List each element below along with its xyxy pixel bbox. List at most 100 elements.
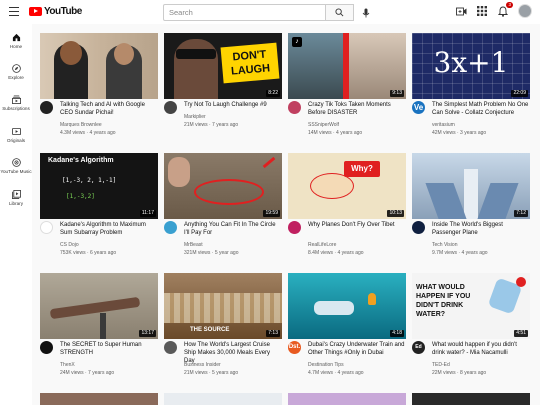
video-meta: 321M views · 5 year ago (184, 250, 239, 256)
microphone-icon (362, 8, 370, 18)
video-card[interactable]: WHAT WOULD HAPPEN IF YOU DIDN'T DRINK WA… (412, 273, 530, 383)
search-button[interactable] (326, 4, 354, 21)
video-title[interactable]: What would happen if you didn't drink wa… (432, 341, 530, 357)
video-card[interactable]: Kadane's Algorithm [1,-3, 2, 1,-1] [1,-3… (40, 153, 158, 263)
video-thumbnail[interactable]: 7:12 (412, 153, 530, 219)
menu-icon[interactable] (9, 7, 19, 16)
video-thumbnail[interactable]: DON'T LAUGH 8:22 (164, 33, 282, 99)
video-card[interactable]: 4:18 Dst. Dubai's Crazy Underwater Train… (288, 273, 406, 383)
video-card[interactable]: 13:17 The SECRET to Super Human STRENGTH… (40, 273, 158, 383)
video-title[interactable]: Anything You Can Fit In The Circle I'll … (184, 221, 282, 237)
channel-avatar[interactable] (288, 101, 301, 114)
video-duration: 7:12 (514, 210, 528, 217)
video-card[interactable]: Talking Tech and AI with Google CEO Sund… (40, 33, 158, 143)
video-thumbnail[interactable]: Why? 10:13 (288, 153, 406, 219)
library-icon (11, 190, 21, 199)
channel-avatar[interactable] (412, 221, 425, 234)
channel-avatar[interactable] (288, 221, 301, 234)
video-duration: 13:17 (139, 330, 156, 337)
video-title[interactable]: The Simplest Math Problem No One Can Sol… (432, 101, 530, 117)
video-title[interactable]: Talking Tech and AI with Google CEO Sund… (60, 101, 158, 117)
video-title[interactable]: Inside The World's Biggest Passenger Pla… (432, 221, 530, 237)
channel-name[interactable]: TED-Ed (432, 362, 450, 368)
video-card[interactable]: DON'T LAUGH 8:22 Try Not To Laugh Challe… (164, 33, 282, 143)
thumbnail-caption: DON'T LAUGH (220, 42, 280, 84)
video-thumbnail[interactable] (412, 393, 530, 405)
video-meta: 4.7M views · 4 years ago (308, 370, 364, 376)
video-thumbnail[interactable]: 13:17 (40, 273, 158, 339)
channel-avatar[interactable] (164, 101, 177, 114)
thumbnail-array-graphic: [1,-3,2] (66, 193, 95, 200)
channel-avatar[interactable] (164, 341, 177, 354)
video-title[interactable]: Try Not To Laugh Challenge #9 (184, 101, 282, 109)
video-title[interactable]: Dubai's Crazy Underwater Train and Other… (308, 341, 406, 357)
music-icon (11, 158, 21, 167)
channel-avatar[interactable] (40, 221, 53, 234)
channel-avatar[interactable]: Ve (412, 101, 425, 114)
channel-avatar[interactable] (40, 101, 53, 114)
video-thumbnail[interactable]: 19:59 (164, 153, 282, 219)
video-thumbnail[interactable] (288, 393, 406, 405)
channel-name[interactable]: MrBeast (184, 242, 203, 248)
video-card[interactable] (40, 393, 158, 405)
video-title[interactable]: Crazy Tik Toks Taken Moments Before DISA… (308, 101, 406, 117)
tiktok-logo-icon: ♪ (292, 37, 302, 47)
video-title[interactable]: Kadane's Algorithm to Maximum Sum Subarr… (60, 221, 158, 237)
video-title[interactable]: Why Planes Don't Fly Over Tibet (308, 221, 406, 229)
channel-name[interactable]: SSSniperWolf (308, 122, 339, 128)
video-duration: 4:51 (514, 330, 528, 337)
video-thumbnail[interactable]: 3x+1 22:09 (412, 33, 530, 99)
video-card[interactable]: 19:59 Anything You Can Fit In The Circle… (164, 153, 282, 263)
search-icon (335, 8, 344, 17)
video-thumbnail[interactable]: THE SOURCE 7:13 (164, 273, 282, 339)
video-thumbnail[interactable] (164, 393, 282, 405)
youtube-logo[interactable]: YouTube (29, 6, 82, 17)
channel-name[interactable]: Marques Brownlee (60, 122, 102, 128)
apps-button[interactable] (476, 5, 488, 17)
logo-play-icon (29, 7, 42, 16)
video-thumbnail[interactable]: Kadane's Algorithm [1,-3, 2, 1,-1] [1,-3… (40, 153, 158, 219)
video-card[interactable]: 3x+1 22:09 Ve The Simplest Math Problem … (412, 33, 530, 143)
video-card[interactable]: Why? 10:13 Why Planes Don't Fly Over Tib… (288, 153, 406, 263)
video-title[interactable]: The SECRET to Super Human STRENGTH (60, 341, 158, 357)
video-card[interactable] (288, 393, 406, 405)
notifications-button[interactable]: 3 (497, 2, 513, 17)
sidebar-label-subscriptions: Subscriptions (2, 106, 30, 111)
create-video-button[interactable] (455, 5, 467, 17)
channel-name[interactable]: Markiplier (184, 114, 206, 120)
logo-text: YouTube (44, 6, 82, 17)
video-card[interactable]: THE SOURCE 7:13 How The World's Largest … (164, 273, 282, 383)
channel-avatar[interactable]: Ed (412, 341, 425, 354)
video-thumbnail[interactable]: 4:18 (288, 273, 406, 339)
channel-name[interactable]: veritasium (432, 122, 455, 128)
channel-name[interactable]: ThenX (60, 362, 75, 368)
sidebar-item-originals[interactable]: Originals (0, 127, 32, 143)
sidebar-item-subscriptions[interactable]: Subscriptions (0, 95, 32, 111)
video-card[interactable]: ♪ 9:13 Crazy Tik Toks Taken Moments Befo… (288, 33, 406, 143)
sidebar-item-explore[interactable]: Explore (0, 64, 32, 80)
video-thumbnail[interactable]: ♪ 9:13 (288, 33, 406, 99)
search-input[interactable]: Search (163, 4, 326, 21)
sidebar-item-home[interactable]: Home (0, 33, 32, 49)
video-thumbnail[interactable] (40, 33, 158, 99)
channel-avatar[interactable] (164, 221, 177, 234)
account-avatar[interactable] (518, 4, 532, 18)
channel-avatar[interactable]: Dst. (288, 341, 301, 354)
sidebar-item-library[interactable]: Library (0, 190, 32, 206)
video-duration: 11:17 (139, 210, 156, 217)
channel-name[interactable]: Tech Vision (432, 242, 457, 248)
video-card[interactable]: 7:12 Inside The World's Biggest Passenge… (412, 153, 530, 263)
video-thumbnail[interactable]: WHAT WOULD HAPPEN IF YOU DIDN'T DRINK WA… (412, 273, 530, 339)
sidebar-label-home: Home (9, 44, 23, 49)
voice-search-button[interactable] (359, 6, 373, 20)
video-meta: 14M views · 4 years ago (308, 130, 363, 136)
channel-name[interactable]: RealLifeLore (308, 242, 336, 248)
sidebar-item-youtube-music[interactable]: YouTube Music (0, 158, 32, 174)
video-card[interactable] (164, 393, 282, 405)
video-card[interactable] (412, 393, 530, 405)
video-thumbnail[interactable] (40, 393, 158, 405)
channel-avatar[interactable] (40, 341, 53, 354)
channel-name[interactable]: Destination Tips (308, 362, 344, 368)
channel-name[interactable]: CS Dojo (60, 242, 79, 248)
channel-name[interactable]: Business Insider (184, 362, 221, 368)
